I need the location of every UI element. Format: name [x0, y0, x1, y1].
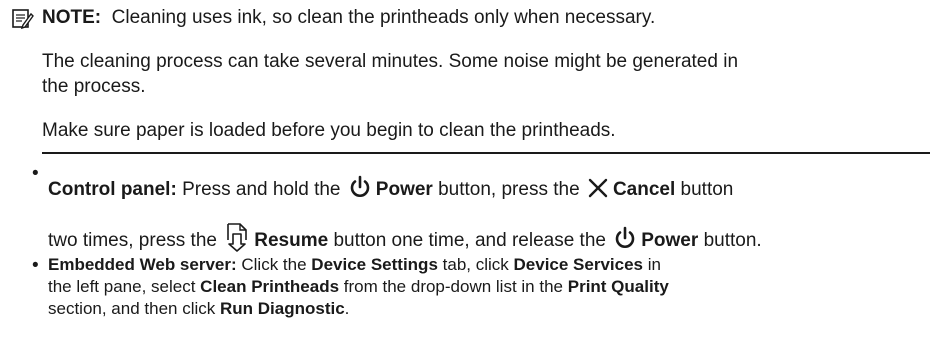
document-page: NOTE: Cleaning uses ink, so clean the pr… — [0, 0, 935, 339]
note-text: Cleaning uses ink, so clean the printhea… — [111, 7, 656, 28]
cancel-x-icon — [588, 178, 608, 198]
note-paragraph-2-line-2: the process. — [42, 76, 146, 97]
ews-text-3: in — [647, 255, 661, 274]
control-panel-text-6: button. — [703, 230, 762, 251]
section-divider — [42, 152, 930, 154]
control-panel-label: Control panel: — [48, 179, 177, 200]
ews-line-3: section, and then click Run Diagnostic. — [48, 298, 349, 320]
note-label: NOTE: — [42, 7, 102, 28]
control-panel-text-1: Press and hold the — [182, 179, 341, 200]
note-line: NOTE: Cleaning uses ink, so clean the pr… — [42, 6, 655, 30]
ews-text-6: section, and then click — [48, 299, 216, 318]
note-paragraph-2-line-1: The cleaning process can take several mi… — [42, 51, 739, 72]
ews-line-1: Embedded Web server: Click the Device Se… — [48, 254, 661, 276]
ews-text-7: . — [344, 299, 350, 318]
note-paragraph-3: Make sure paper is loaded before you beg… — [42, 120, 616, 141]
control-panel-text-3: button — [680, 179, 734, 200]
power-icon — [615, 226, 635, 248]
device-services-label: Device Services — [513, 255, 644, 274]
control-panel-line-1: Control panel: Press and hold the Power … — [48, 175, 733, 202]
bullet-marker: • — [32, 163, 39, 184]
cancel-button-label: Cancel — [612, 179, 676, 200]
ews-label: Embedded Web server: — [48, 255, 237, 274]
power-icon — [350, 175, 370, 197]
ews-text-2: tab, click — [442, 255, 509, 274]
resume-button-label: Resume — [254, 230, 329, 251]
ews-text-1: Click the — [241, 255, 307, 274]
control-panel-text-5: button one time, and release the — [333, 230, 606, 251]
power-button-label-2: Power — [641, 230, 699, 251]
control-panel-text-4: two times, press the — [48, 230, 217, 251]
ews-text-4: the left pane, select — [48, 277, 196, 296]
control-panel-text-2: button, press the — [438, 179, 580, 200]
ews-text-5: from the drop-down list in the — [343, 277, 563, 296]
resume-icon — [227, 223, 248, 252]
ews-line-2: the left pane, select Clean Printheads f… — [48, 276, 669, 298]
note-icon — [12, 9, 34, 30]
print-quality-label: Print Quality — [567, 277, 669, 296]
device-settings-tab-label: Device Settings — [311, 255, 438, 274]
bullet-marker: • — [32, 255, 39, 276]
power-button-label: Power — [375, 179, 433, 200]
run-diagnostic-label: Run Diagnostic — [220, 299, 345, 318]
control-panel-line-2: two times, press the Resume button one t… — [48, 222, 762, 253]
clean-printheads-label: Clean Printheads — [200, 277, 340, 296]
